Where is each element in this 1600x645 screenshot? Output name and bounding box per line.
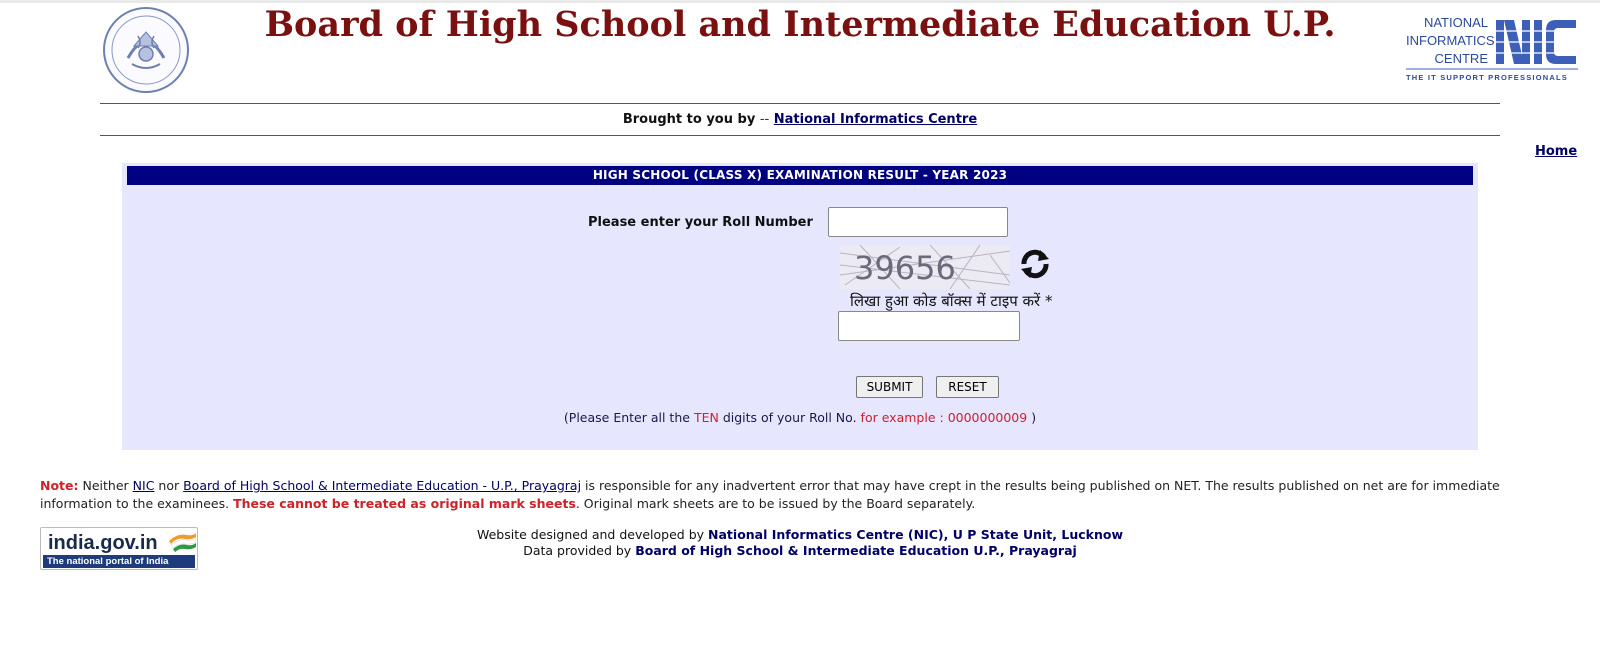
india-flag-icon	[169, 533, 197, 552]
footer-line1-org: National Informatics Centre (NIC), U P S…	[708, 527, 1124, 542]
board-link[interactable]: Board of High School & Intermediate Educ…	[183, 478, 581, 493]
note-label: Note	[40, 478, 74, 493]
disclaimer-note: Note: Neither NIC nor Board of High Scho…	[40, 477, 1570, 513]
brought-to-you-line: Brought to you by -- National Informatic…	[100, 112, 1500, 127]
required-asterisk: *	[1044, 292, 1053, 310]
page-title: Board of High School and Intermediate Ed…	[264, 4, 1336, 45]
brought-separator: --	[759, 112, 770, 127]
note-text4: . Original mark sheets are to be issued …	[575, 496, 976, 511]
captcha-hint: लिखा हुआ कोड बॉक्स में टाइप करें *	[850, 291, 1110, 311]
header-divider-bottom	[100, 135, 1500, 136]
india-portal-tagline: The national portal of India	[43, 555, 195, 568]
roll-number-instruction: (Please Enter all the TEN digits of your…	[122, 410, 1478, 425]
nic-tagline: THE IT SUPPORT PROFESSIONALS	[1406, 73, 1568, 82]
panel-heading: HIGH SCHOOL (CLASS X) EXAMINATION RESULT…	[127, 166, 1473, 185]
footer-line1-prefix: Website designed and developed by	[476, 527, 705, 542]
footer-line2: Data provided by Board of High School & …	[400, 543, 1200, 559]
roll-number-input[interactable]	[828, 207, 1008, 237]
india-portal-link[interactable]: india.gov.in The national portal of Indi…	[40, 527, 198, 570]
nic-logo-line3: CENTRE	[1434, 51, 1488, 66]
footer-credits: Website designed and developed by Nation…	[400, 527, 1200, 559]
note-colon: :	[73, 478, 79, 493]
note-text1: Neither	[82, 478, 129, 493]
header-divider-top	[100, 103, 1500, 104]
reset-button[interactable]: RESET	[936, 376, 999, 398]
instruction-part1: (Please Enter all the	[563, 410, 690, 425]
nic-logo-text: NATIONAL INFORMATICS CENTRE	[1406, 14, 1495, 68]
top-border	[0, 0, 1600, 3]
captcha-hint-text: लिखा हुआ कोड बॉक्स में टाइप करें	[850, 292, 1041, 310]
refresh-icon[interactable]	[1018, 247, 1052, 281]
india-portal-name: india.gov.in	[48, 532, 158, 554]
up-emblem-icon	[103, 7, 189, 93]
footer-line2-prefix: Data provided by	[523, 543, 632, 558]
footer-line1: Website designed and developed by Nation…	[400, 527, 1200, 543]
nic-logo-line2: INFORMATICS	[1406, 33, 1495, 48]
note-warning: These cannot be treated as original mark…	[233, 496, 576, 511]
result-form-panel: HIGH SCHOOL (CLASS X) EXAMINATION RESULT…	[122, 163, 1478, 450]
nic-link[interactable]: National Informatics Centre	[774, 112, 977, 127]
instruction-close: )	[1031, 410, 1037, 425]
instruction-ten: TEN	[693, 410, 719, 425]
home-link[interactable]: Home	[1535, 144, 1577, 159]
instruction-part2: digits of your Roll No.	[722, 410, 857, 425]
note-text2: nor	[158, 478, 180, 493]
captcha-input[interactable]	[838, 311, 1020, 341]
captcha-code: 39656	[854, 249, 956, 287]
instruction-example-value: 0000000009	[947, 410, 1028, 425]
footer-line2-org: Board of High School & Intermediate Educ…	[635, 543, 1077, 558]
nic-note-link[interactable]: NIC	[133, 478, 155, 493]
brought-prefix: Brought to you by	[622, 112, 756, 127]
submit-button[interactable]: SUBMIT	[856, 376, 923, 398]
instruction-example-prefix: for example :	[860, 410, 944, 425]
nic-logo-line1: NATIONAL	[1423, 15, 1488, 30]
captcha-image: 39656	[840, 245, 1010, 289]
